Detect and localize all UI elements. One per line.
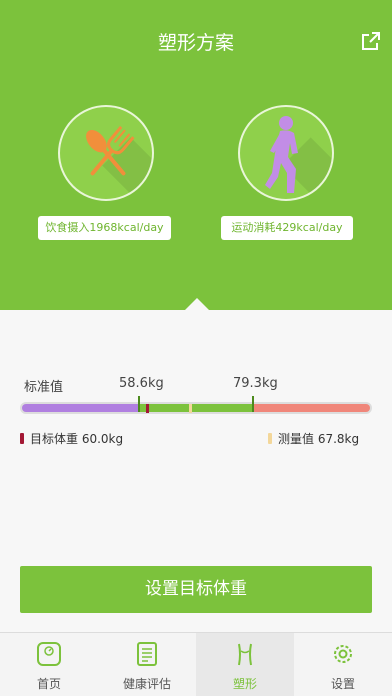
tab-health-assessment-label: 健康评估 xyxy=(122,677,171,691)
tab-bar: 首页 健康评估 塑形 设置 xyxy=(0,632,392,696)
target-swatch xyxy=(20,433,24,444)
measured-swatch xyxy=(268,433,272,444)
pointer-triangle xyxy=(185,298,209,310)
tab-body-shape-label: 塑形 xyxy=(232,677,257,691)
report-icon xyxy=(137,642,157,666)
target-weight-legend: 目标体重 60.0kg xyxy=(20,430,123,447)
tab-health-assessment[interactable]: 健康评估 xyxy=(98,633,196,696)
measured-weight-legend: 测量值 67.8kg xyxy=(268,430,359,447)
underweight-segment xyxy=(22,404,140,412)
target-weight-text: 目标体重 60.0kg xyxy=(30,432,124,446)
target-weight-marker xyxy=(146,404,149,413)
weight-scale-bar xyxy=(20,402,372,414)
runner-icon xyxy=(265,116,298,193)
diet-circle[interactable] xyxy=(58,105,154,201)
exercise-circle[interactable] xyxy=(238,105,334,201)
lower-bound-tick xyxy=(138,396,140,412)
page-title: 塑形方案 xyxy=(157,32,234,54)
normal-segment xyxy=(140,404,254,412)
body-shape-icon xyxy=(238,643,252,666)
measured-weight-marker xyxy=(189,404,192,413)
fork-spoon-icon xyxy=(86,125,135,176)
tab-home[interactable]: 首页 xyxy=(0,633,98,696)
tab-home-label: 首页 xyxy=(36,677,61,691)
overweight-segment xyxy=(254,404,370,412)
lower-bound-label: 58.6kg xyxy=(119,376,164,391)
measured-weight-text: 测量值 67.8kg xyxy=(278,432,360,446)
header: 塑形方案 饮食摄入1968kcal/day 运动消耗429kcal/day xyxy=(0,0,392,310)
share-icon[interactable] xyxy=(360,30,382,52)
scale-icon xyxy=(37,642,61,666)
upper-bound-label: 79.3kg xyxy=(233,376,278,391)
gear-icon xyxy=(334,645,352,663)
diet-intake-label: 饮食摄入1968kcal/day xyxy=(38,216,171,240)
set-target-weight-button[interactable]: 设置目标体重 xyxy=(20,566,372,613)
standard-value-label: 标准值 xyxy=(24,380,64,395)
upper-bound-tick xyxy=(252,396,254,412)
tab-settings-label: 设置 xyxy=(330,677,355,691)
tab-settings[interactable]: 设置 xyxy=(294,633,392,696)
tab-body-shape[interactable]: 塑形 xyxy=(196,633,294,696)
exercise-burn-label: 运动消耗429kcal/day xyxy=(221,216,353,240)
